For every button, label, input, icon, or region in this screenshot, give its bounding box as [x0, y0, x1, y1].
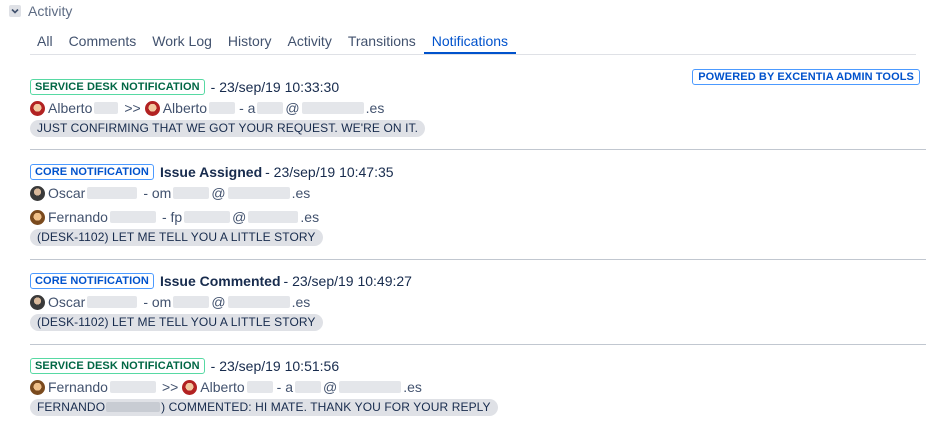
- notification-type-badge: SERVICE DESK NOTIFICATION: [30, 358, 205, 374]
- timestamp: - 23/sep/19 10:47:35: [265, 164, 394, 180]
- redacted-text: [87, 187, 138, 199]
- redacted-text: [295, 381, 321, 393]
- event-title: Issue Commented: [159, 273, 281, 289]
- redacted-text: [173, 296, 210, 308]
- redacted-text: [184, 211, 231, 223]
- redacted-text: [339, 381, 402, 393]
- redacted-text: [227, 187, 290, 199]
- avatar: [182, 379, 198, 395]
- recipient-name: Fernando: [48, 209, 108, 225]
- message-text-start: FERNANDO: [37, 400, 106, 414]
- activity-section-header[interactable]: Activity: [8, 3, 72, 19]
- tab-history[interactable]: History: [220, 32, 280, 54]
- arrow: >>: [161, 379, 179, 395]
- redacted-text: [227, 296, 290, 308]
- divider: [30, 259, 926, 260]
- avatar: [30, 209, 45, 225]
- notification-type-badge: SERVICE DESK NOTIFICATION: [30, 79, 205, 95]
- redacted-text: [109, 381, 156, 393]
- timestamp: - 23/sep/19 10:49:27: [283, 273, 412, 289]
- tab-work-log[interactable]: Work Log: [144, 32, 220, 54]
- recipient-email-domain: .es: [300, 209, 320, 225]
- recipient-email-at: @: [323, 379, 338, 395]
- avatar: [30, 294, 45, 310]
- avatar: [30, 100, 45, 116]
- divider: [30, 344, 926, 345]
- notification-type-badge: CORE NOTIFICATION: [30, 273, 154, 289]
- redacted-text: [87, 296, 138, 308]
- event-title: Issue Assigned: [159, 164, 263, 180]
- redacted-text: [109, 211, 156, 223]
- recipient-email-domain: .es: [291, 294, 311, 310]
- notification-message: JUST CONFIRMING THAT WE GOT YOUR REQUEST…: [30, 120, 426, 137]
- timestamp: - 23/sep/19 10:33:30: [210, 79, 340, 95]
- sender-name: Fernando: [48, 379, 108, 395]
- tab-comments[interactable]: Comments: [61, 32, 145, 54]
- divider: [30, 149, 926, 150]
- redacted-text: [246, 381, 273, 393]
- activity-tabs: All Comments Work Log History Activity T…: [30, 32, 916, 55]
- redacted-text: [173, 187, 210, 199]
- notification-message: FERNANDO ) COMMENTED: HI MATE. THANK YOU …: [30, 399, 498, 416]
- recipient-email-domain: .es: [403, 379, 422, 395]
- redacted-text: [209, 102, 236, 114]
- tab-activity[interactable]: Activity: [279, 32, 339, 54]
- timestamp: - 23/sep/19 10:51:56: [210, 358, 340, 374]
- avatar: [144, 100, 160, 116]
- recipient-email-at: @: [232, 209, 247, 225]
- notification-entry: SERVICE DESK NOTIFICATION - 23/sep/19 10…: [30, 78, 926, 137]
- redacted-text: [106, 402, 161, 412]
- chevron-down-icon[interactable]: [8, 4, 22, 18]
- notification-type-badge: CORE NOTIFICATION: [30, 164, 154, 180]
- tab-all[interactable]: All: [30, 32, 61, 54]
- avatar: [30, 379, 45, 395]
- recipient-email-prefix: - om: [143, 185, 172, 201]
- tab-transitions[interactable]: Transitions: [340, 32, 424, 54]
- recipient-email-prefix: - a: [239, 100, 256, 116]
- recipient-name: Oscar: [48, 185, 86, 201]
- recipient-name: Oscar: [48, 294, 86, 310]
- avatar: [30, 185, 45, 201]
- notification-entry: CORE NOTIFICATION Issue Commented - 23/s…: [30, 272, 926, 331]
- message-text-end: ) COMMENTED: HI MATE. THANK YOU FOR YOUR…: [161, 400, 491, 414]
- redacted-text: [301, 102, 364, 114]
- notification-message: (DESK-1102) LET ME TELL YOU A LITTLE STO…: [30, 314, 323, 331]
- redacted-text: [94, 102, 119, 114]
- recipient-email-at: @: [211, 294, 226, 310]
- recipient-name: Alberto: [200, 379, 245, 395]
- sender-name: Alberto: [48, 100, 93, 116]
- redacted-text: [257, 102, 284, 114]
- recipient-email-at: @: [211, 185, 226, 201]
- recipient-email-prefix: - om: [143, 294, 172, 310]
- recipient-email-domain: .es: [365, 100, 385, 116]
- recipient-email-prefix: - fp: [161, 209, 183, 225]
- redacted-text: [248, 211, 299, 223]
- notification-entry: CORE NOTIFICATION Issue Assigned - 23/se…: [30, 163, 926, 246]
- tab-notifications[interactable]: Notifications: [423, 32, 517, 54]
- recipient-email-prefix: - a: [276, 379, 293, 395]
- section-title: Activity: [28, 3, 73, 19]
- arrow: >>: [124, 100, 141, 116]
- notification-message: (DESK-1102) LET ME TELL YOU A LITTLE STO…: [30, 229, 323, 246]
- notification-entry: SERVICE DESK NOTIFICATION - 23/sep/19 10…: [30, 357, 926, 416]
- recipient-name: Alberto: [162, 100, 208, 116]
- recipient-email-at: @: [285, 100, 300, 116]
- recipient-email-domain: .es: [291, 185, 311, 201]
